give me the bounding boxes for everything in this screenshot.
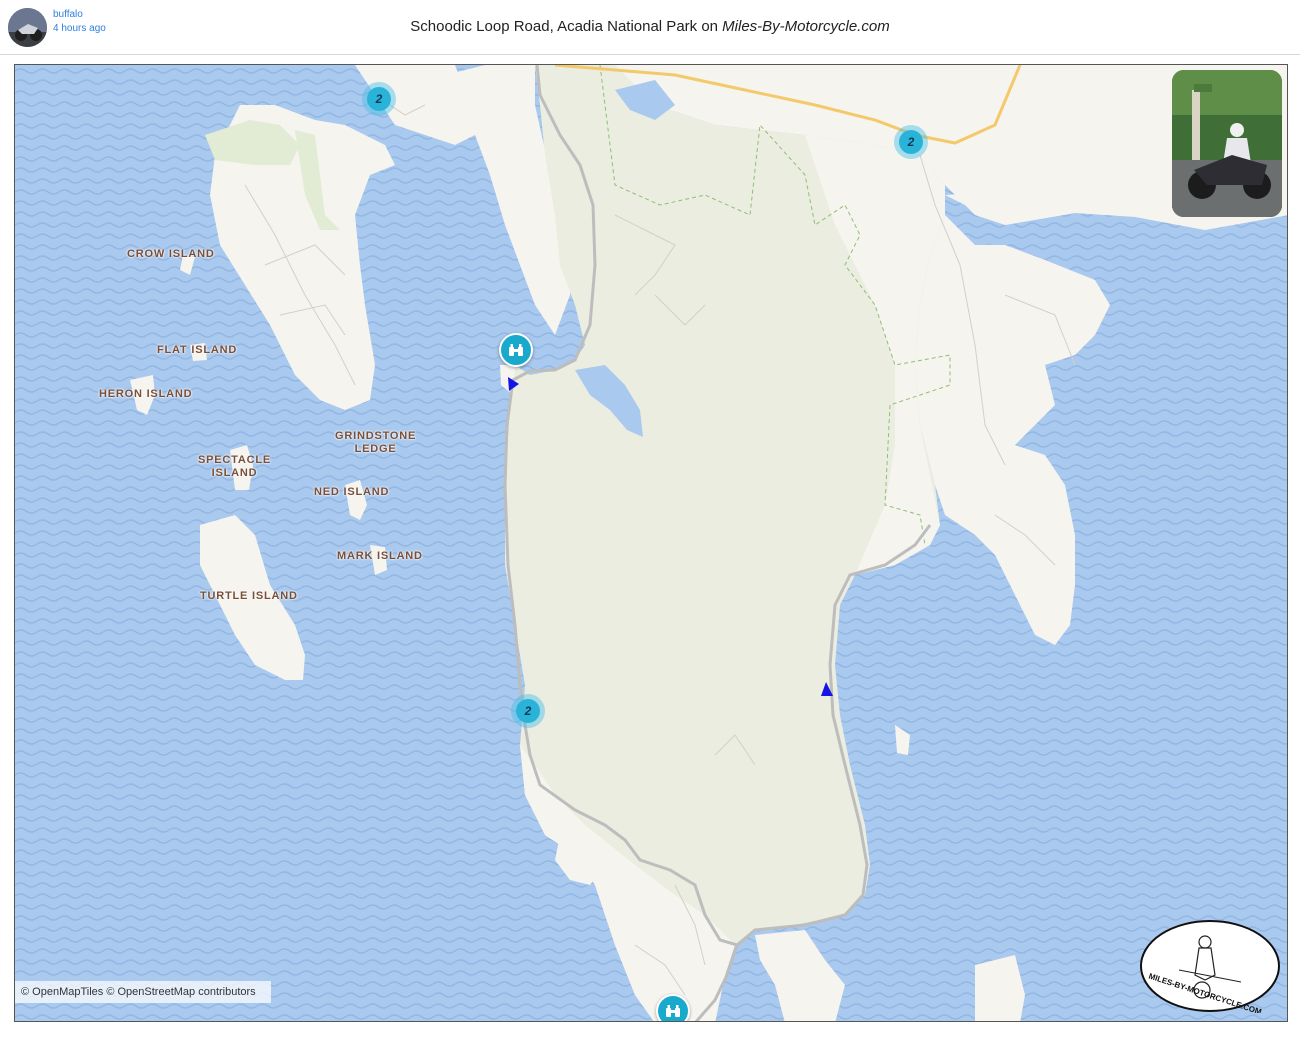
label-mark-island: MARK ISLAND <box>337 550 423 562</box>
map-view[interactable]: CROW ISLAND FLAT ISLAND HERON ISLAND GRI… <box>14 64 1288 1022</box>
label-spectacle-island: SPECTACLE ISLAND <box>198 454 271 480</box>
label-ned-island: NED ISLAND <box>314 486 390 498</box>
cluster-marker[interactable]: 2 <box>894 125 928 159</box>
viewpoint-marker[interactable] <box>499 333 533 367</box>
map-attribution[interactable]: © OpenMapTiles © OpenStreetMap contribut… <box>15 981 271 1003</box>
motorcycle-photo <box>1172 70 1282 217</box>
label-spectacle-line-2: ISLAND <box>211 467 258 479</box>
label-turtle-island: TURTLE ISLAND <box>200 590 298 602</box>
binoculars-icon <box>509 344 523 356</box>
cluster-count: 2 <box>899 130 923 154</box>
label-grindstone-line-1: GRINDSTONE <box>335 430 417 442</box>
label-grindstone-ledge: GRINDSTONE LEDGE <box>335 430 416 456</box>
cluster-count: 2 <box>516 699 540 723</box>
cluster-marker[interactable]: 2 <box>362 82 396 116</box>
label-spectacle-line-1: SPECTACLE <box>198 454 272 466</box>
route-start-flag-icon[interactable] <box>507 376 521 392</box>
cluster-count: 2 <box>367 87 391 111</box>
cluster-marker[interactable]: 2 <box>511 694 545 728</box>
viewpoint-marker[interactable] <box>656 994 690 1021</box>
route-direction-flag-icon[interactable] <box>820 681 834 697</box>
title-text: Schoodic Loop Road, Acadia National Park… <box>410 18 723 35</box>
page-title: Schoodic Loop Road, Acadia National Park… <box>0 18 1300 35</box>
site-link[interactable]: Miles-By-Motorcycle.com <box>722 18 890 35</box>
post-header: buffalo 4 hours ago Schoodic Loop Road, … <box>0 0 1300 55</box>
map-base-layer <box>15 65 1287 1021</box>
label-grindstone-line-2: LEDGE <box>354 443 397 455</box>
site-logo: MILES-BY-MOTORCYCLE.COM <box>1140 920 1280 1013</box>
label-heron-island: HERON ISLAND <box>99 388 193 400</box>
binoculars-icon <box>666 1005 680 1017</box>
photo-thumbnail[interactable] <box>1172 70 1282 217</box>
label-flat-island: FLAT ISLAND <box>157 344 238 356</box>
label-crow-island: CROW ISLAND <box>127 248 215 260</box>
